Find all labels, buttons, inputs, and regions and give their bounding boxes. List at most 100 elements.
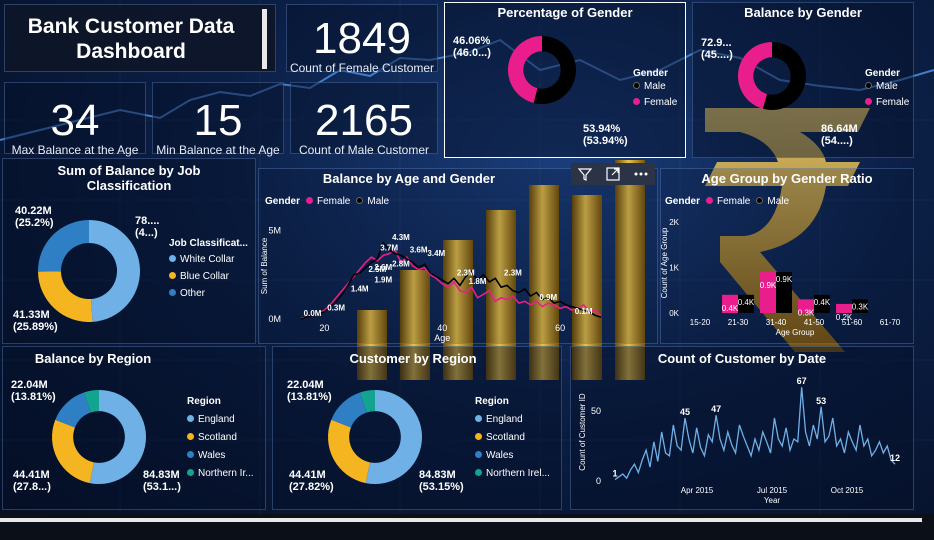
legend-item-male[interactable]: Male bbox=[356, 195, 389, 208]
filter-icon[interactable] bbox=[577, 166, 593, 182]
data-label: 45 bbox=[680, 407, 690, 417]
chart-percentage-of-gender[interactable]: Percentage of Gender 46.06% (46.0...) 53… bbox=[444, 2, 686, 158]
data-label-female: 72.9... (45....) bbox=[701, 37, 733, 61]
data-label: 0.3K bbox=[798, 308, 815, 317]
legend-item-white-collar[interactable]: White Collar bbox=[169, 253, 248, 266]
legend-label: Male bbox=[767, 196, 790, 207]
legend-item-male[interactable]: Male bbox=[633, 80, 677, 93]
donut-balance-gender bbox=[738, 42, 806, 110]
y-axis-title: Count of Customer ID bbox=[578, 393, 587, 471]
line-chart-customer-date: 0 50 Apr 2015 Jul 2015 Oct 2015 Year Count of … bbox=[578, 376, 900, 505]
data-label: 3.6M bbox=[410, 245, 428, 254]
x-tick-label: Oct 2015 bbox=[831, 486, 864, 495]
data-label: 0.0M bbox=[304, 309, 322, 318]
legend-item-female[interactable]: Female bbox=[865, 96, 909, 109]
legend: Gender Male Female bbox=[633, 67, 677, 109]
data-label-white-collar: 78.... (4...) bbox=[135, 215, 160, 239]
legend-item-male[interactable]: Male bbox=[756, 195, 789, 208]
legend-label: Female bbox=[717, 196, 751, 207]
data-label: 0.4K bbox=[738, 298, 755, 307]
legend-title: Gender bbox=[865, 68, 901, 79]
data-label: 0.9K bbox=[776, 275, 793, 284]
legend: Job Classificat... White Collar Blue Col… bbox=[169, 237, 248, 300]
x-tick-label: Apr 2015 bbox=[681, 486, 714, 495]
legend-item-northern-ireland[interactable]: Northern Irel... bbox=[475, 467, 550, 480]
legend-swatch bbox=[187, 415, 194, 422]
legend-item-female[interactable]: Female bbox=[633, 96, 677, 109]
legend-label: England bbox=[486, 414, 523, 425]
chart-balance-by-gender[interactable]: Balance by Gender 72.9... (45....) 86.64… bbox=[692, 2, 914, 158]
legend-item-other[interactable]: Other bbox=[169, 287, 248, 300]
donut-slice-white-collar[interactable] bbox=[89, 220, 141, 322]
x-tick-label: 20 bbox=[319, 323, 329, 333]
data-label: 47 bbox=[711, 404, 721, 414]
chart-balance-by-job[interactable]: Sum of Balance by Job Classification 40.… bbox=[2, 158, 256, 344]
x-axis-title: Age Group bbox=[776, 328, 815, 337]
legend-label: Blue Collar bbox=[180, 271, 229, 282]
series-line-male[interactable] bbox=[300, 241, 602, 320]
data-label: 0.4K bbox=[814, 298, 831, 307]
kpi-min-balance-age: 15 Min Balance at the Age bbox=[152, 82, 284, 157]
chart-title: Percentage of Gender bbox=[497, 5, 633, 20]
data-label: 2.6M bbox=[374, 263, 392, 272]
focus-mode-icon[interactable] bbox=[605, 166, 621, 182]
legend-item-scotland[interactable]: Scotland bbox=[187, 431, 254, 444]
data-label-male: 53.94% (53.94%) bbox=[583, 123, 628, 147]
legend: Gender Female Male bbox=[265, 195, 389, 208]
title-accent-bar bbox=[262, 9, 267, 69]
data-label: 0.4K bbox=[722, 304, 739, 313]
kpi-min-label: Min Balance at the Age bbox=[156, 143, 280, 157]
data-label: 0.9M bbox=[539, 293, 557, 302]
chart-customer-by-date[interactable]: Count of Customer by Date 0 50 Apr 2015 Jul… bbox=[570, 346, 914, 510]
legend-item-scotland[interactable]: Scotland bbox=[475, 431, 550, 444]
legend-swatch bbox=[187, 451, 194, 458]
legend-item-northern-ireland[interactable]: Northern Ir... bbox=[187, 467, 254, 480]
legend-item-wales[interactable]: Wales bbox=[187, 449, 254, 462]
legend-swatch bbox=[169, 255, 176, 262]
series-line-female[interactable] bbox=[300, 248, 602, 319]
legend-label: Male bbox=[876, 81, 898, 92]
legend-item-female[interactable]: Female bbox=[306, 195, 350, 208]
data-label-blue-collar: 41.33M (25.89%) bbox=[13, 309, 58, 333]
bar-female[interactable] bbox=[760, 272, 776, 313]
donut-customer-region bbox=[328, 390, 423, 484]
data-label: 0.3M bbox=[327, 304, 345, 313]
legend-swatch bbox=[475, 433, 482, 440]
legend-label: Male bbox=[367, 196, 390, 207]
chart-customer-by-region[interactable]: Customer by Region 22.04M (13.81%) 44.41… bbox=[272, 346, 562, 510]
legend-item-female[interactable]: Female bbox=[706, 195, 750, 208]
chart-age-group-gender[interactable]: Age Group by Gender Ratio Gender Female … bbox=[660, 168, 914, 344]
legend-label: Wales bbox=[486, 450, 514, 461]
legend-item-england[interactable]: England bbox=[187, 413, 254, 426]
legend-title: Region bbox=[187, 396, 221, 407]
legend-label: Female bbox=[876, 97, 910, 108]
donut-gender-pct bbox=[508, 36, 576, 104]
chart-balance-by-age-gender[interactable]: Balance by Age and Gender Gender Female … bbox=[258, 163, 658, 344]
kpi-max-label: Max Balance at the Age bbox=[11, 143, 139, 157]
more-options-icon[interactable] bbox=[633, 166, 649, 182]
legend-item-wales[interactable]: Wales bbox=[475, 449, 550, 462]
legend-swatch bbox=[169, 272, 176, 279]
x-tick-label: 15-20 bbox=[690, 318, 711, 327]
data-label: 2.3M bbox=[504, 268, 522, 277]
legend-swatch bbox=[475, 415, 482, 422]
legend-swatch bbox=[756, 197, 764, 204]
x-tick-label: 41-50 bbox=[804, 318, 825, 327]
data-label: 53 bbox=[816, 396, 826, 406]
series-line-customers[interactable] bbox=[614, 387, 896, 481]
data-label: 1.4M bbox=[351, 284, 369, 293]
chart-title: Customer by Region bbox=[349, 351, 477, 366]
page-bottom-strip bbox=[0, 518, 922, 522]
x-tick-label: 60 bbox=[555, 323, 565, 333]
bar-female[interactable] bbox=[836, 303, 852, 313]
kpi-max-balance-age: 34 Max Balance at the Age bbox=[4, 82, 146, 157]
legend-item-male[interactable]: Male bbox=[865, 80, 909, 93]
legend: Gender Female Male bbox=[665, 195, 789, 208]
legend-label: White Collar bbox=[180, 254, 235, 265]
kpi-female-count: 1849 Count of Female Customer bbox=[286, 4, 438, 75]
legend-item-england[interactable]: England bbox=[475, 413, 550, 426]
chart-title: Balance by Region bbox=[34, 351, 152, 366]
legend-item-blue-collar[interactable]: Blue Collar bbox=[169, 270, 248, 283]
legend-title: Gender bbox=[633, 68, 669, 79]
chart-balance-by-region[interactable]: Balance by Region 22.04M (13.81%) 44.41M… bbox=[2, 346, 266, 510]
